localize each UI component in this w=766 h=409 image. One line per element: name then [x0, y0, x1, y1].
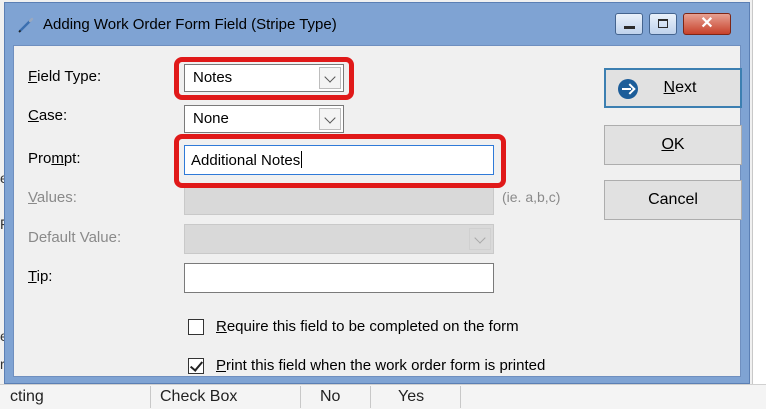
chevron-down-icon	[324, 112, 336, 124]
print-field-checkbox-label[interactable]: Print this field when the work order for…	[216, 357, 545, 374]
require-field-checkbox[interactable]	[188, 319, 204, 335]
default-value-label: Default Value:	[28, 229, 122, 246]
background-grid-row	[0, 384, 766, 409]
minimize-button[interactable]	[615, 13, 643, 35]
next-button-label: Next	[663, 79, 697, 96]
highlight-field-type	[174, 57, 354, 100]
background-gridline	[300, 386, 301, 408]
field-type-label: Field Type:	[28, 68, 102, 85]
background-cell: Yes	[398, 388, 425, 405]
background-right-panel	[752, 0, 766, 408]
background-gridline	[460, 386, 461, 408]
background-gridline	[150, 386, 151, 408]
arrow-right-circle-icon	[618, 79, 638, 99]
default-value-select	[184, 224, 494, 254]
minimize-icon	[624, 26, 635, 29]
default-value-dropdown-button	[469, 228, 491, 250]
background-cell: No	[320, 388, 341, 405]
chevron-down-icon	[474, 232, 486, 244]
tip-label: Tip:	[28, 268, 53, 285]
case-dropdown-button[interactable]	[319, 108, 341, 130]
cancel-button-label: Cancel	[648, 191, 698, 208]
maximize-icon	[658, 19, 668, 28]
case-value: None	[193, 110, 229, 127]
case-select[interactable]: None	[184, 105, 344, 133]
ok-button-label: OK	[661, 136, 685, 153]
values-input	[184, 185, 494, 215]
tip-input[interactable]	[184, 263, 494, 293]
ok-button[interactable]: OK	[604, 125, 742, 165]
pencil-icon	[18, 17, 34, 33]
close-icon: ✕	[700, 15, 714, 32]
close-button[interactable]: ✕	[683, 13, 731, 35]
checkmark-icon	[189, 358, 204, 372]
dialog-body: Field Type: Notes Case: None Prompt: Add…	[13, 45, 742, 377]
background-gridline	[370, 386, 371, 408]
print-field-checkbox[interactable]	[188, 358, 204, 374]
add-form-field-dialog: Adding Work Order Form Field (Stripe Typ…	[4, 2, 750, 384]
background-cell: cting	[10, 388, 44, 405]
cancel-button[interactable]: Cancel	[604, 180, 742, 220]
window-title: Adding Work Order Form Field (Stripe Typ…	[43, 16, 337, 33]
require-field-checkbox-label[interactable]: Require this field to be completed on th…	[216, 318, 519, 335]
values-hint: (ie. a,b,c)	[502, 189, 561, 205]
values-label: Values:	[28, 189, 77, 206]
background-cell: Check Box	[160, 388, 238, 405]
case-label: Case:	[28, 107, 68, 124]
maximize-button[interactable]	[649, 13, 677, 35]
highlight-prompt	[174, 134, 506, 188]
next-button[interactable]: Next	[604, 68, 742, 108]
prompt-label: Prompt:	[28, 150, 81, 167]
title-bar[interactable]: Adding Work Order Form Field (Stripe Typ…	[5, 3, 749, 45]
